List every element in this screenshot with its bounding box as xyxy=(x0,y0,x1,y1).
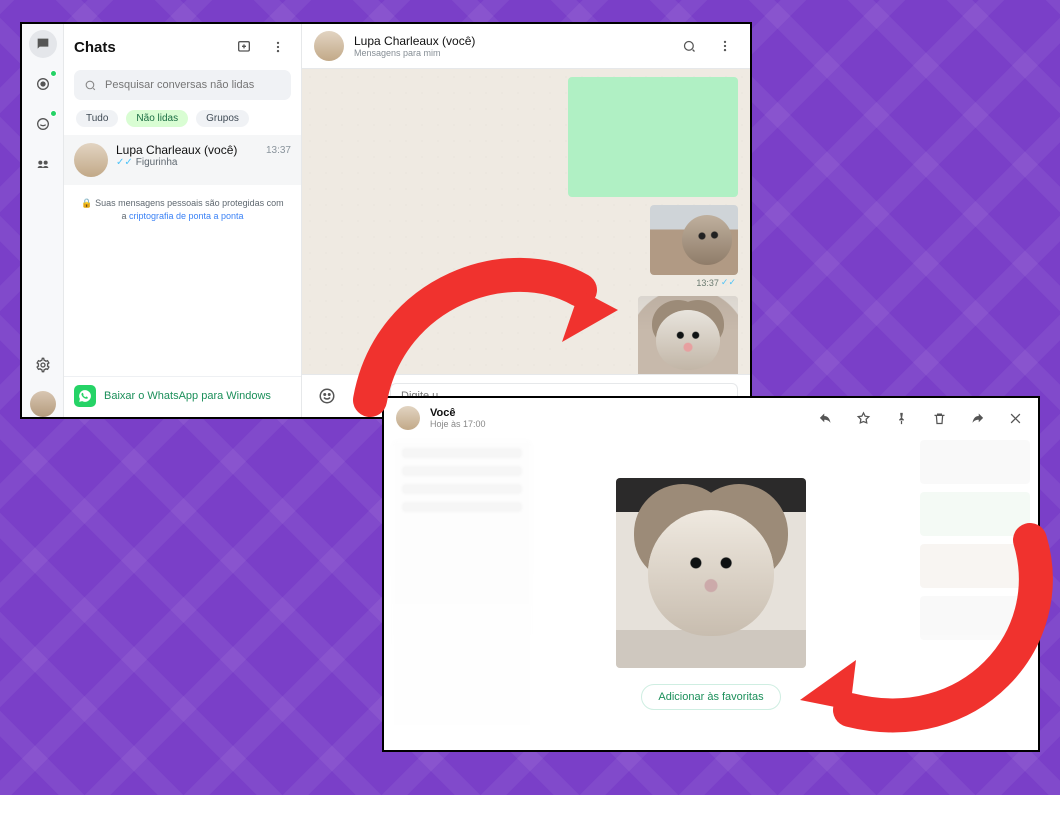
read-ticks-icon: ✓✓ xyxy=(116,157,133,168)
chat-time: 13:37 xyxy=(266,145,291,156)
encryption-notice: 🔒 Suas mensagens pessoais são protegidas… xyxy=(78,197,287,222)
chat-list-item[interactable]: Lupa Charleaux (você) 13:37 ✓✓ Figurinha xyxy=(64,135,301,185)
attach-icon[interactable] xyxy=(352,383,378,409)
read-ticks-icon: ✓✓ xyxy=(721,277,736,288)
status-icon[interactable] xyxy=(29,70,57,98)
search-field[interactable] xyxy=(105,79,281,91)
filter-all[interactable]: Tudo xyxy=(76,110,118,127)
chat-messages-area[interactable]: 13:37✓✓ 13:37✓✓ xyxy=(302,69,750,374)
nav-rail xyxy=(22,24,64,417)
close-icon[interactable] xyxy=(1004,407,1026,429)
settings-icon[interactable] xyxy=(29,351,57,379)
chat-list-sidebar: Chats Tudo Não lidas Grupos Lupa Charlea… xyxy=(64,24,302,417)
viewer-avatar xyxy=(396,406,420,430)
chat-header-title: Lupa Charleaux (você) xyxy=(354,34,475,48)
profile-avatar[interactable] xyxy=(30,391,56,417)
viewer-body: Adicionar às favoritas xyxy=(384,438,1038,750)
sticker-message[interactable] xyxy=(650,205,738,275)
viewer-sender: Você xyxy=(430,407,486,419)
download-banner[interactable]: Baixar o WhatsApp para Windows xyxy=(64,376,301,417)
lock-icon: 🔒 xyxy=(81,198,92,208)
status-badge xyxy=(50,70,57,77)
pin-icon[interactable] xyxy=(890,407,912,429)
message-bubble[interactable] xyxy=(568,77,738,197)
chat-avatar xyxy=(74,143,108,177)
sticker-viewer-window: Você Hoje às 17:00 Adicionar às favorita… xyxy=(382,396,1040,752)
whatsapp-logo-icon xyxy=(74,385,96,407)
new-chat-icon[interactable] xyxy=(231,34,257,60)
chat-header[interactable]: Lupa Charleaux (você) Mensagens para mim xyxy=(302,24,750,69)
delete-icon[interactable] xyxy=(928,407,950,429)
chat-panel: Lupa Charleaux (você) Mensagens para mim… xyxy=(302,24,750,417)
encryption-link[interactable]: criptografia de ponta a ponta xyxy=(129,211,244,221)
channel-badge xyxy=(50,110,57,117)
channel-icon[interactable] xyxy=(29,110,57,138)
message-time: 13:37✓✓ xyxy=(696,277,738,288)
chat-menu-icon[interactable] xyxy=(712,33,738,59)
chat-header-subtitle: Mensagens para mim xyxy=(354,48,475,58)
forward-icon[interactable] xyxy=(966,407,988,429)
sticker-message[interactable] xyxy=(638,296,738,374)
sidebar-title: Chats xyxy=(74,39,223,56)
chat-name: Lupa Charleaux (você) xyxy=(116,143,237,157)
vertical-dots-icon[interactable] xyxy=(265,34,291,60)
filter-row: Tudo Não lidas Grupos xyxy=(64,106,301,135)
sticker-preview[interactable] xyxy=(616,478,806,668)
search-in-chat-icon[interactable] xyxy=(676,33,702,59)
filter-groups[interactable]: Grupos xyxy=(196,110,249,127)
community-icon[interactable] xyxy=(29,150,57,178)
whatsapp-main-window: Chats Tudo Não lidas Grupos Lupa Charlea… xyxy=(20,22,752,419)
viewer-time: Hoje às 17:00 xyxy=(430,419,486,429)
reply-icon[interactable] xyxy=(814,407,836,429)
viewer-header: Você Hoje às 17:00 xyxy=(384,398,1038,438)
chat-preview: Figurinha xyxy=(136,157,178,168)
download-label: Baixar o WhatsApp para Windows xyxy=(104,390,271,402)
filter-unread[interactable]: Não lidas xyxy=(126,110,188,127)
add-to-favorites-button[interactable]: Adicionar às favoritas xyxy=(641,684,780,710)
search-input[interactable] xyxy=(74,70,291,100)
star-icon[interactable] xyxy=(852,407,874,429)
search-icon xyxy=(84,79,97,92)
chat-icon[interactable] xyxy=(29,30,57,58)
emoji-icon[interactable] xyxy=(314,383,340,409)
chat-header-avatar xyxy=(314,31,344,61)
